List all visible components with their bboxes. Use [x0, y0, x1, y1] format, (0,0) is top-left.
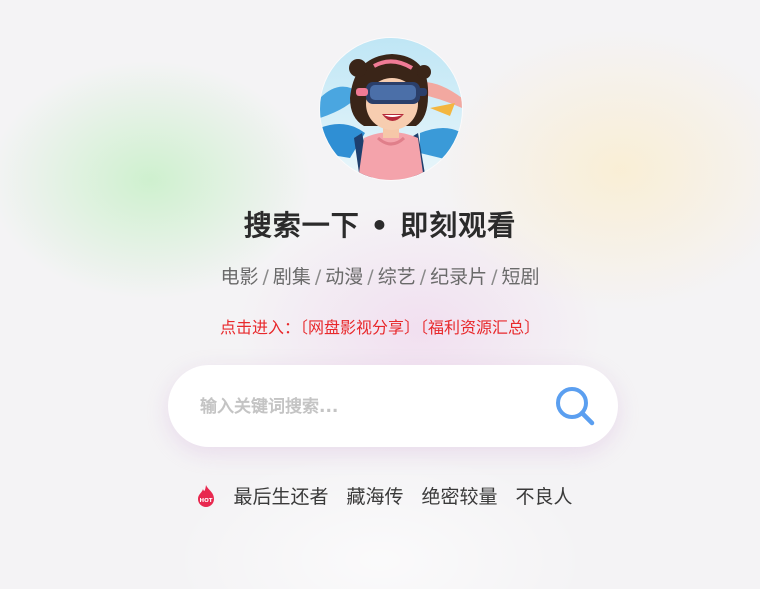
promo-line: 点击进入：〔网盘影视分享〕〔福利资源汇总〕 — [0, 314, 760, 338]
category-short-drama[interactable]: 短剧 — [502, 266, 540, 288]
hot-keywords: HOT 最后生还者 藏海传 绝密较量 不良人 — [0, 482, 760, 509]
hot-keyword-2[interactable]: 藏海传 — [346, 482, 403, 509]
category-separator: / — [419, 266, 427, 288]
category-documentary[interactable]: 纪录片 — [430, 266, 487, 288]
category-separator: / — [262, 266, 269, 288]
search-input[interactable] — [198, 387, 542, 427]
page-title: 搜索一下 • 即刻观看 — [243, 209, 517, 242]
category-separator: / — [491, 266, 498, 288]
category-separator: / — [367, 266, 374, 288]
promo-prefix: 点击进入： — [219, 318, 300, 337]
hot-keyword-3[interactable]: 绝密较量 — [422, 482, 498, 509]
category-separator: / — [314, 266, 322, 288]
hot-fire-icon: HOT — [195, 484, 217, 508]
vr-girl-avatar — [320, 38, 462, 180]
search-box — [168, 365, 618, 447]
category-movie[interactable]: 电影 — [220, 266, 258, 288]
search-icon[interactable] — [554, 385, 596, 427]
hot-keyword-1[interactable]: 最后生还者 — [233, 482, 328, 509]
category-variety[interactable]: 综艺 — [378, 266, 416, 288]
promo-link-netdisk-share[interactable]: 〔网盘影视分享〕 — [300, 318, 420, 337]
category-anime[interactable]: 动漫 — [325, 266, 363, 288]
promo-link-welfare-resources[interactable]: 〔福利资源汇总〕 — [420, 318, 540, 337]
category-list: 电影 / 剧集 / 动漫 / 综艺 / 纪录片 / 短剧 — [0, 262, 760, 289]
category-series[interactable]: 剧集 — [273, 266, 311, 288]
svg-text:HOT: HOT — [200, 498, 213, 504]
hot-keyword-4[interactable]: 不良人 — [516, 482, 573, 509]
